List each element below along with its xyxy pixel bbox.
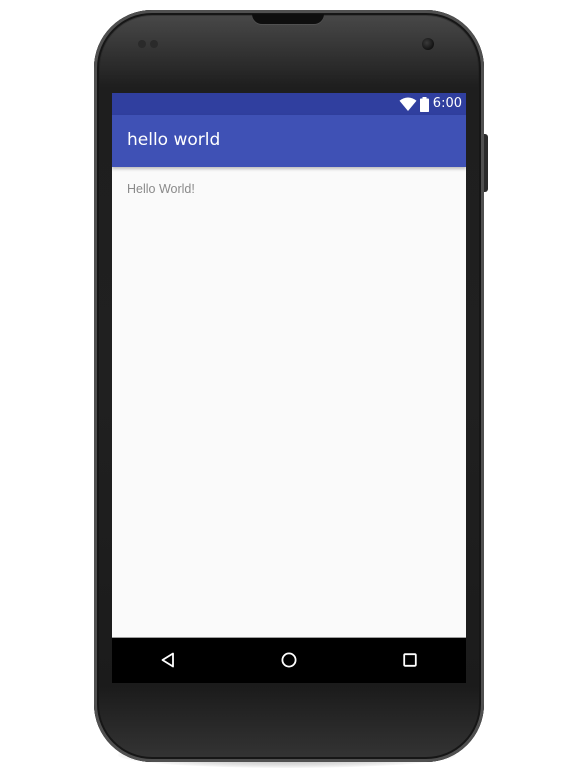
status-time: 6:00 (432, 96, 462, 111)
app-bar: hello world (112, 115, 466, 167)
main-content: Hello World! (112, 167, 466, 637)
status-icons: 6:00 (399, 95, 462, 113)
home-icon (281, 652, 297, 668)
front-camera-icon (422, 38, 434, 50)
battery-icon (419, 96, 429, 112)
hello-world-text: Hello World! (127, 182, 195, 196)
status-bar: 6:00 (112, 93, 466, 115)
back-icon (160, 652, 176, 668)
recents-icon (403, 653, 417, 667)
recents-button[interactable] (398, 648, 422, 672)
back-button[interactable] (156, 648, 180, 672)
phone-glare (100, 16, 478, 90)
wifi-icon (399, 97, 417, 111)
power-button[interactable] (484, 134, 488, 192)
stage: 6:00 hello world Hello World! (0, 0, 574, 774)
device-screen: 6:00 hello world Hello World! (112, 93, 466, 683)
proximity-sensor (138, 40, 160, 48)
earpiece-speaker (252, 14, 324, 24)
home-button[interactable] (277, 648, 301, 672)
navigation-bar (112, 638, 466, 683)
app-title: hello world (127, 130, 221, 150)
